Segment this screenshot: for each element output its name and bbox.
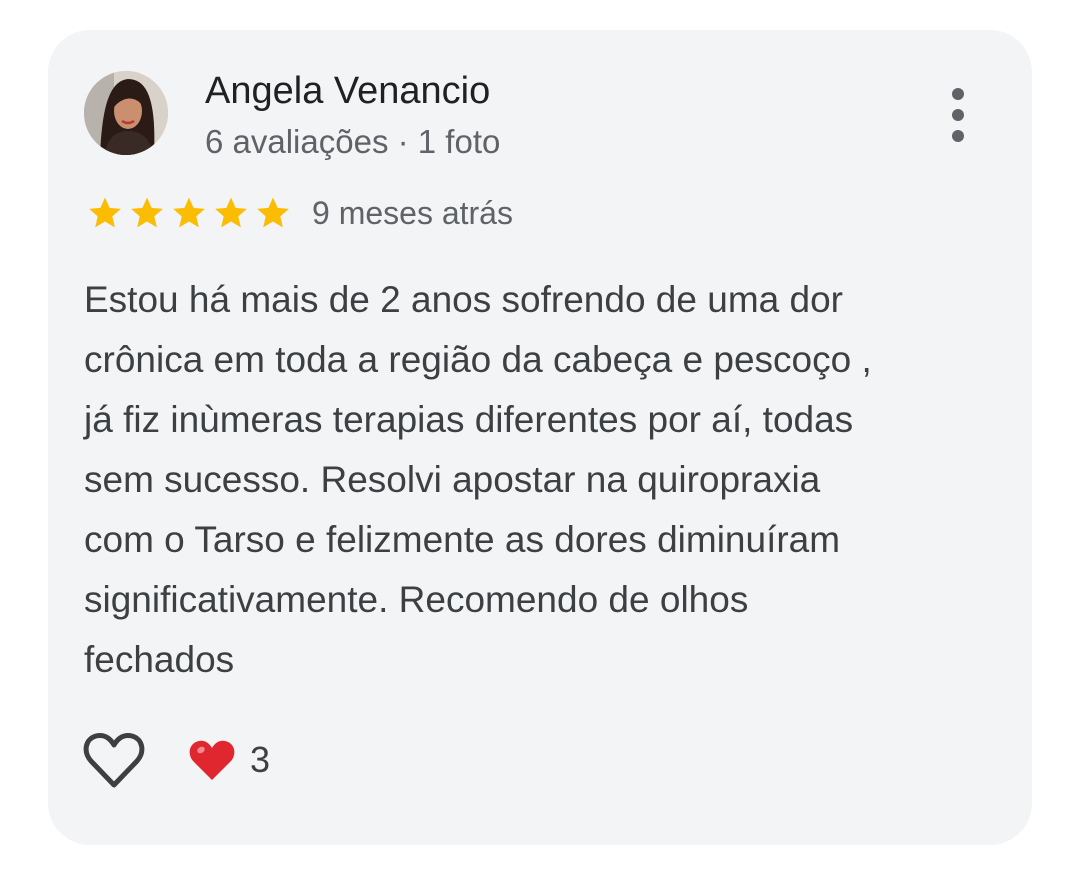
review-time: 9 meses atrás <box>312 195 513 231</box>
reviewer-stats: 6 avaliações · 1 foto <box>205 123 501 160</box>
more-vert-icon-dot <box>952 130 964 142</box>
more-vert-icon-dot <box>952 109 964 121</box>
reviewer-name[interactable]: Angela Venancio <box>205 68 490 114</box>
star-icon <box>173 197 205 228</box>
review-card: Angela Venancio 6 avaliações · 1 foto 9 … <box>48 30 1032 845</box>
heart-outline-icon <box>83 733 145 788</box>
more-vert-icon <box>952 88 964 100</box>
more-options-button[interactable] <box>934 84 982 146</box>
avatar-photo <box>84 71 168 155</box>
review-text: Estou há mais de 2 anos sofrendo de uma … <box>84 279 872 680</box>
red-heart-icon <box>189 740 235 780</box>
star-rating <box>84 194 294 232</box>
reaction-count: 3 <box>250 739 271 780</box>
avatar[interactable] <box>84 71 168 155</box>
reaction-summary[interactable]: 3 <box>188 734 270 786</box>
star-icon <box>89 197 121 228</box>
star-icon <box>257 197 289 228</box>
like-button[interactable] <box>82 730 146 790</box>
star-icon <box>131 197 163 228</box>
star-icon <box>215 197 247 228</box>
